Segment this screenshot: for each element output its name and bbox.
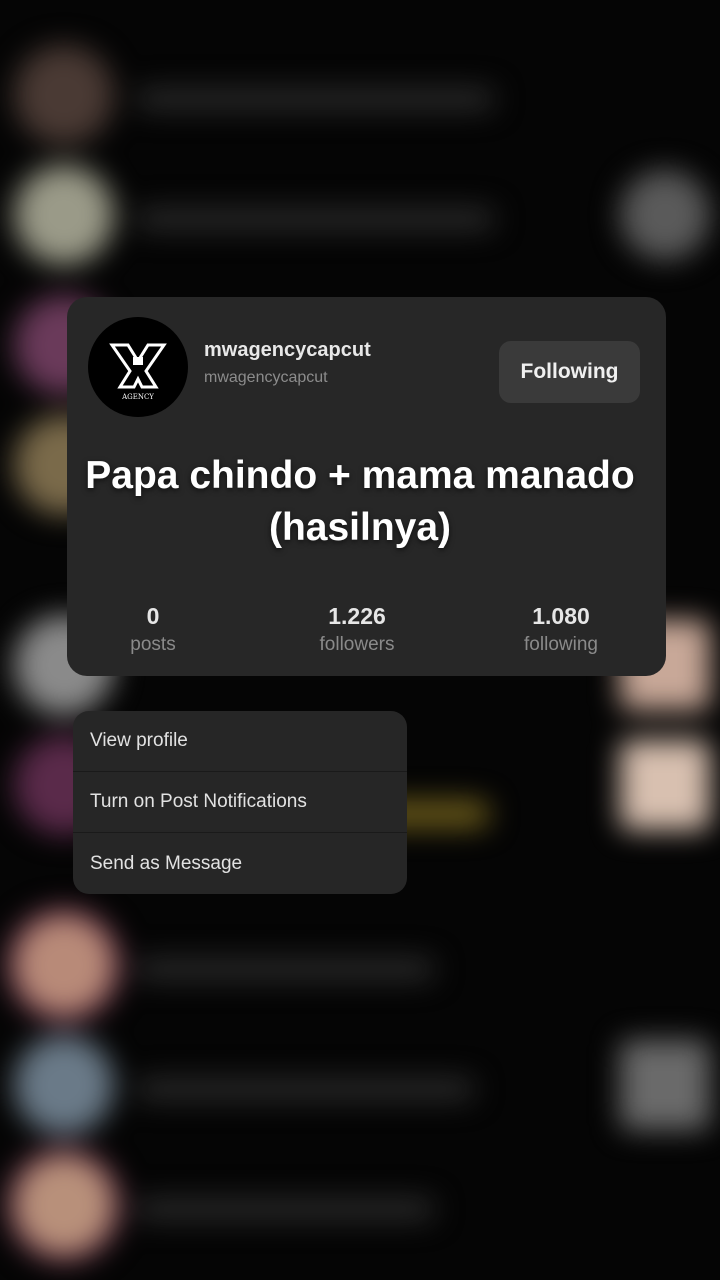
menu-item-send-as-message[interactable]: Send as Message	[73, 833, 407, 894]
bg-list-row	[0, 1030, 720, 1150]
bg-text-line	[135, 208, 495, 230]
caption-line-1: Papa chindo + mama manado	[85, 454, 635, 497]
bg-avatar	[14, 45, 114, 145]
bg-list-row	[0, 40, 720, 160]
menu-item-post-notifications[interactable]: Turn on Post Notifications	[73, 772, 407, 833]
svg-text:AGENCY: AGENCY	[121, 393, 154, 401]
bg-list-row	[0, 160, 720, 280]
stat-label: posts	[130, 634, 176, 655]
profile-handle: mwagencycapcut	[204, 369, 328, 386]
bg-list-row	[0, 910, 720, 1030]
stat-followers[interactable]: 1.226 followers	[287, 603, 427, 656]
context-menu: View profile Turn on Post Notifications …	[73, 711, 407, 894]
agency-logo-icon: AGENCY	[109, 343, 167, 401]
bg-avatar	[14, 165, 114, 265]
stat-value: 1.080	[532, 603, 590, 629]
bg-avatar	[14, 915, 114, 1015]
bg-thumbnail	[620, 740, 710, 830]
bg-thumbnail	[620, 1040, 710, 1130]
stat-label: followers	[319, 634, 395, 655]
stat-value: 0	[146, 603, 160, 629]
bg-text-line	[135, 88, 495, 110]
bg-avatar	[14, 1155, 114, 1255]
stat-posts[interactable]: 0 posts	[83, 603, 223, 656]
bg-thumbnail	[620, 170, 710, 260]
profile-avatar[interactable]: AGENCY	[88, 317, 188, 417]
bg-avatar	[14, 1035, 114, 1135]
video-caption: Papa chindo + mama manado (hasilnya)	[0, 450, 720, 554]
following-button[interactable]: Following	[499, 341, 640, 403]
bg-text-line	[135, 958, 435, 980]
stat-following[interactable]: 1.080 following	[491, 603, 631, 656]
stat-value: 1.226	[328, 603, 386, 629]
stat-label: following	[524, 634, 598, 655]
bg-text-line	[135, 1078, 475, 1100]
bg-text-line	[135, 1198, 435, 1220]
menu-item-view-profile[interactable]: View profile	[73, 711, 407, 772]
profile-username[interactable]: mwagencycapcut	[204, 339, 371, 362]
caption-line-2: (hasilnya)	[268, 506, 452, 549]
bg-list-row	[0, 1150, 720, 1270]
